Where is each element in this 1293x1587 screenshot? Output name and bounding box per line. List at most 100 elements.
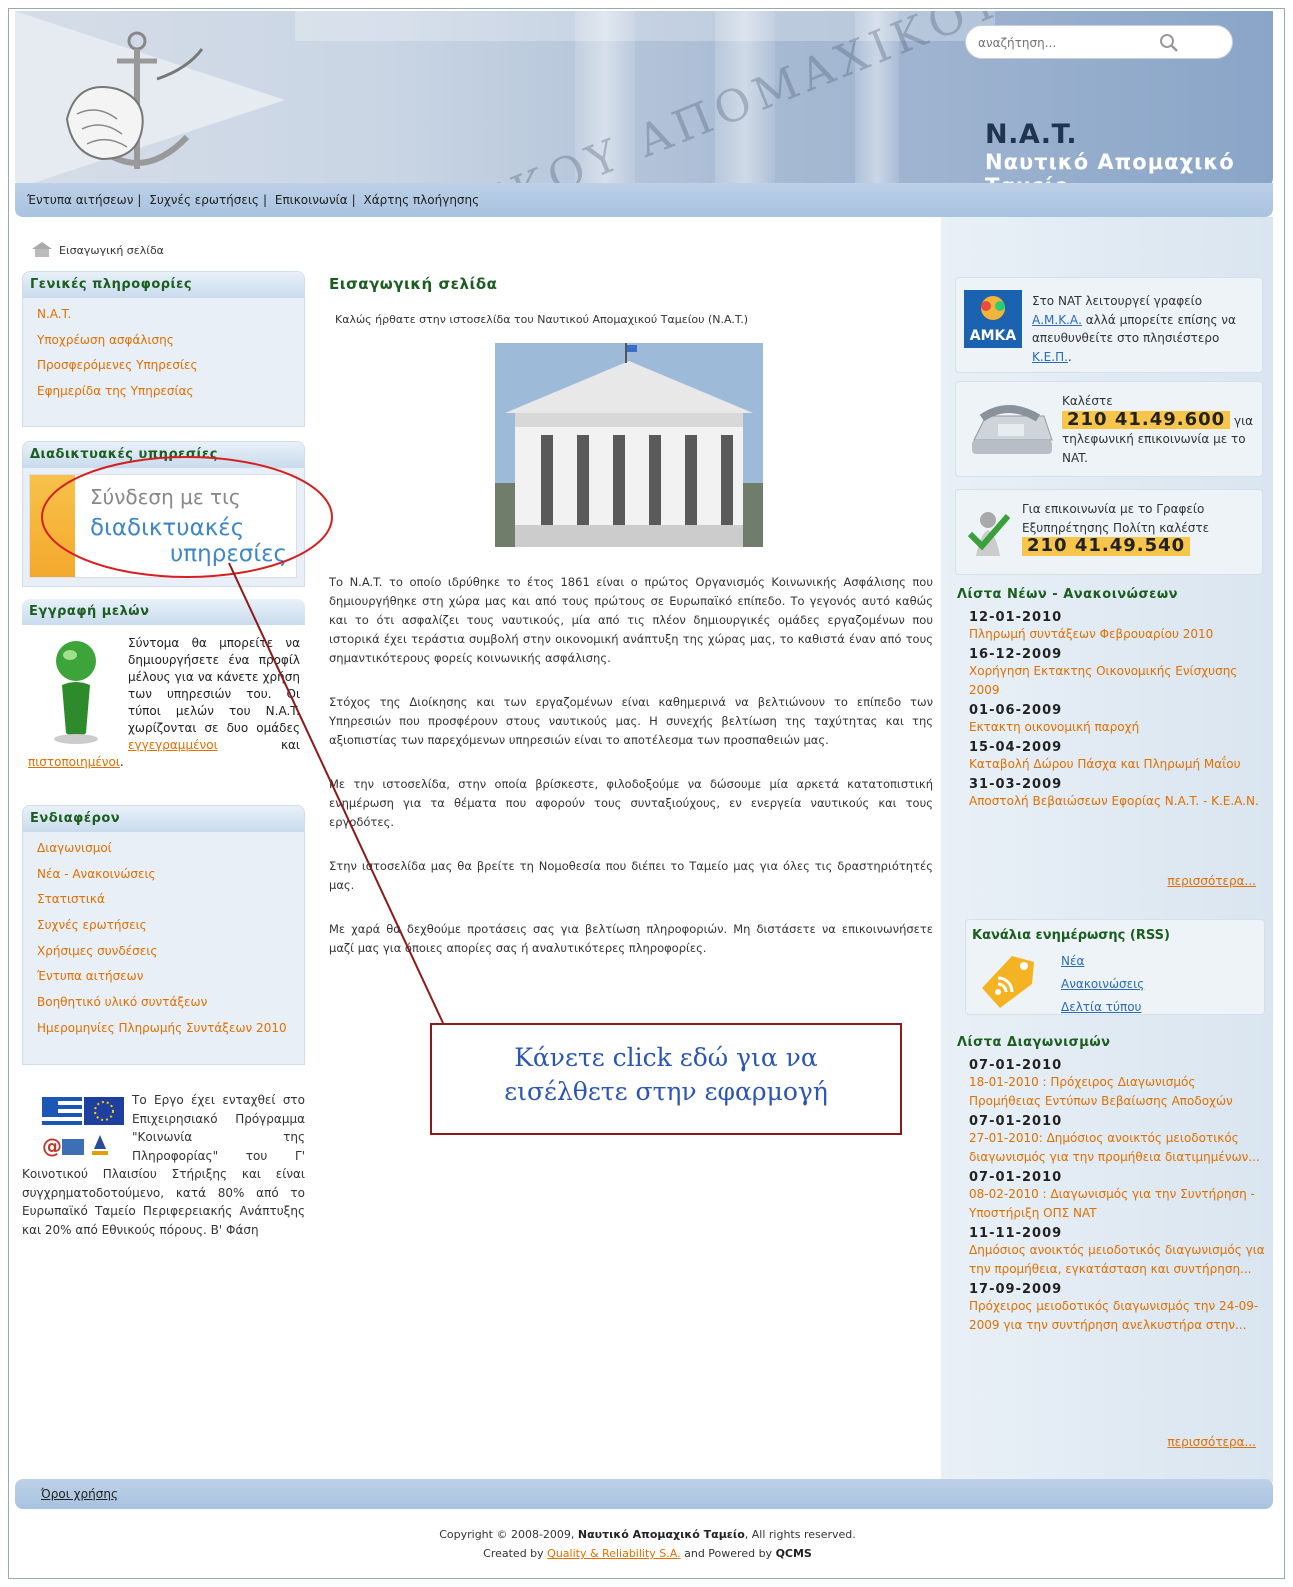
interest-title: Ενδιαφέρον	[23, 806, 304, 832]
tender-item-link[interactable]: 18-01-2010 : Πρόχειρος Διαγωνισμός Προμή…	[969, 1073, 1267, 1111]
eu-logos: @	[22, 1091, 126, 1165]
callout-line-2: εισέλθετε στην εφαρμογή	[504, 1077, 828, 1106]
tender-item-link[interactable]: 27-01-2010: Δημόσιος ανοικτός μειοδοτικό…	[969, 1129, 1267, 1167]
banner-line-3: υπηρεσίες	[170, 541, 288, 567]
sidebar-item-tenders[interactable]: Διαγωνισμοί	[37, 836, 290, 862]
tender-date: 07-01-2010	[969, 1170, 1063, 1185]
nav-link-faq[interactable]: Συχνές ερωτήσεις	[149, 193, 259, 207]
sidebar-item-forms[interactable]: Έντυπα αιτήσεων	[37, 964, 290, 990]
sidebar-item-insurance-obligation[interactable]: Υποχρέωση ασφάλισης	[37, 328, 290, 354]
intro-paragraph-3: Με την ιστοσελίδα, στην οποία βρίσκεστε,…	[329, 777, 933, 829]
nav-link-sitemap[interactable]: Χάρτης πλοήγησης	[364, 193, 480, 207]
kep-link[interactable]: Κ.Ε.Π.	[1032, 350, 1068, 364]
sidebar-item-newspaper[interactable]: Εφημερίδα της Υπηρεσίας	[37, 379, 290, 405]
copyright: Copyright © 2008-2009, Ναυτικό Απομαχικό…	[9, 1525, 1284, 1563]
sidebar-item-statistics[interactable]: Στατιστικά	[37, 887, 290, 913]
eu-program-text: @ Το Εργο έχει ενταχθεί στο Επιχειρησιακ…	[22, 1091, 305, 1239]
rss-title: Κανάλια ενημέρωσης (RSS)	[972, 928, 1170, 943]
login-instruction-callout: Κάνετε click εδώ για να εισέλθετε στην ε…	[430, 1023, 902, 1135]
news-date: 15-04-2009	[969, 740, 1063, 755]
nav-separator: |	[351, 193, 356, 207]
rss-announcements-link[interactable]: Ανακοινώσεις	[1061, 973, 1144, 996]
citizen-phone-number[interactable]: 210 41.49.540	[1022, 536, 1191, 556]
certified-members-link[interactable]: πιστοποιημένοι	[28, 755, 120, 769]
rss-feed-icon	[982, 956, 1034, 1008]
amka-logo-icon: AMKA	[964, 290, 1022, 348]
member-text-body: Σύντομα θα μπορείτε να δημιουργήσετε ένα…	[128, 636, 300, 735]
news-item-link[interactable]: Εκτακτη οικονομική παροχή	[969, 718, 1267, 737]
rss-news-link[interactable]: Νέα	[1061, 950, 1144, 973]
nav-separator: |	[262, 193, 268, 207]
headquarters-building-image	[495, 343, 763, 547]
online-services-login-banner[interactable]: Σύνδεση με τις διαδικτυακές υπηρεσίες	[29, 474, 297, 578]
created-by-pre: Created by	[483, 1547, 544, 1560]
anchor-seahorse-logo-icon[interactable]	[47, 19, 217, 179]
amka-logo-label: AMKA	[970, 328, 1017, 344]
tender-date: 07-01-2010	[969, 1058, 1063, 1073]
main-phone-number[interactable]: 210 41.49.600	[1062, 410, 1231, 429]
tender-item-link[interactable]: Πρόχειρος μειοδοτικός διαγωνισμός την 24…	[969, 1297, 1267, 1335]
nav-separator: |	[137, 193, 142, 207]
rss-press-releases-link[interactable]: Δελτία τύπου	[1061, 996, 1144, 1019]
news-date: 16-12-2009	[969, 647, 1063, 662]
news-list-title: Λίστα Νέων - Ανακοινώσεων	[957, 587, 1178, 602]
terms-of-use-link[interactable]: Όροι χρήσης	[41, 1487, 118, 1501]
sidebar-item-faq[interactable]: Συχνές ερωτήσεις	[37, 913, 290, 939]
intro-paragraph-2: Στόχος της Διοίκησης και των εργαζομένων…	[329, 695, 933, 747]
rss-feeds-box: Κανάλια ενημέρωσης (RSS) Νέα Ανακοινώσει…	[965, 919, 1265, 1015]
intro-paragraph-1: Το N.A.T. το οποίο ιδρύθηκε το έτος 1861…	[329, 575, 933, 665]
citizen-service-pre: Για επικοινωνία με το Γραφείο Εξυπηρέτησ…	[1022, 502, 1210, 535]
tenders-more-link[interactable]: περισσότερα...	[1167, 1435, 1256, 1449]
page-frame: ΝΑΥΤΙΚΟΥ ΑΠΟΜΑΧΙΚΟΥ ΤΑΜΕΙΟΥ N.A.T. Ναυτι…	[8, 8, 1285, 1579]
amka-text-pre: Στο NAT λειτουργεί γραφείο	[1032, 294, 1203, 308]
main-content: Εισαγωγική σελίδα Καλώς ήρθατε στην ιστο…	[329, 275, 933, 955]
amka-info-box: AMKA Στο NAT λειτουργεί γραφείο Α.Μ.Κ.Α.…	[955, 277, 1263, 373]
amka-text-end: .	[1067, 349, 1072, 364]
nav-link-forms[interactable]: Έντυπα αιτήσεων	[27, 193, 133, 207]
search-box	[965, 25, 1233, 59]
tender-item-link[interactable]: 08-02-2010 : Διαγωνισμός για την Συντήρη…	[969, 1185, 1267, 1223]
banner-line-2: διαδικτυακές	[90, 515, 245, 541]
interest-box: Ενδιαφέρον Διαγωνισμοί Νέα - Ανακοινώσει…	[22, 805, 305, 1065]
site-header: ΝΑΥΤΙΚΟΥ ΑΠΟΜΑΧΙΚΟΥ ΤΑΜΕΙΟΥ N.A.T. Ναυτι…	[15, 11, 1273, 188]
footer-bar: Όροι χρήσης	[15, 1479, 1273, 1509]
powered-by-text: and Powered by	[684, 1547, 773, 1560]
online-services-box: Διαδικτυακές υπηρεσίες Σύνδεση με τις δι…	[22, 441, 305, 587]
news-item-link[interactable]: Καταβολή Δώρου Πάσχα και Πληρωμή Μαΐου	[969, 755, 1267, 774]
sidebar-item-services[interactable]: Προσφερόμενες Υπηρεσίες	[37, 353, 290, 379]
intro-paragraph-5: Με χαρά θα δεχθούμε προτάσεις σας για βε…	[329, 922, 933, 955]
copyright-pre: Copyright © 2008-2009,	[439, 1528, 575, 1541]
registered-members-link[interactable]: εγγεγραμμένοι	[128, 738, 218, 752]
developer-link[interactable]: Quality & Reliability S.A.	[547, 1547, 680, 1560]
page-title: Εισαγωγική σελίδα	[329, 275, 498, 293]
sidebar-item-useful-links[interactable]: Χρήσιμες συνδέσεις	[37, 939, 290, 965]
search-icon[interactable]	[1158, 32, 1180, 54]
amka-link[interactable]: Α.Μ.Κ.Α.	[1032, 313, 1082, 327]
member-text-and: και	[280, 738, 300, 752]
member-registration-text: Σύντομα θα μπορείτε να δημιουργήσετε ένα…	[28, 635, 300, 771]
welcome-text: Καλώς ήρθατε στην ιστοσελίδα του Ναυτικο…	[335, 313, 749, 326]
news-item-link[interactable]: Αποστολή Βεβαιώσεων Εφορίας N.A.T. - K.E…	[969, 792, 1267, 811]
news-item-link[interactable]: Πληρωμή συντάξεων Φεβρουαρίου 2010	[969, 625, 1267, 644]
news-date: 31-03-2009	[969, 777, 1063, 792]
cms-brand: QCMS	[775, 1547, 812, 1560]
tender-date: 07-01-2010	[969, 1114, 1063, 1129]
banner-line-1: Σύνδεση με τις	[90, 485, 241, 509]
sidebar-item-pension-dates[interactable]: Ημερομηνίες Πληρωμής Συντάξεων 2010	[37, 1016, 290, 1042]
news-item-link[interactable]: Χορήγηση Εκτακτης Οικονομικής Ενίσχυσης …	[969, 662, 1267, 700]
nav-link-contact[interactable]: Επικοινωνία	[275, 193, 348, 207]
tenders-list: 07-01-2010 18-01-2010 : Πρόχειρος Διαγων…	[969, 1055, 1267, 1335]
sidebar-item-pension-material[interactable]: Βοηθητικό υλικό συντάξεων	[37, 990, 290, 1016]
svg-text:@: @	[42, 1134, 62, 1158]
phone-contact-box: Καλέστε 210 41.49.600 για τηλεφωνική επι…	[955, 381, 1263, 477]
news-more-link[interactable]: περισσότερα...	[1167, 874, 1256, 888]
tender-date: 17-09-2009	[969, 1282, 1063, 1297]
sidebar-item-nat[interactable]: N.A.T.	[37, 302, 290, 328]
news-list: 12-01-2010 Πληρωμή συντάξεων Φεβρουαρίου…	[969, 607, 1267, 811]
phone-call-pre: Καλέστε	[1062, 394, 1113, 408]
home-icon[interactable]	[31, 241, 53, 257]
copyright-org: Ναυτικό Απομαχικό Ταμείο	[577, 1528, 745, 1541]
sidebar-item-news[interactable]: Νέα - Ανακοινώσεις	[37, 862, 290, 888]
tender-item-link[interactable]: Δημόσιος ανοικτός μειοδοτικός διαγωνισμό…	[969, 1241, 1267, 1279]
search-input[interactable]	[978, 33, 1168, 53]
